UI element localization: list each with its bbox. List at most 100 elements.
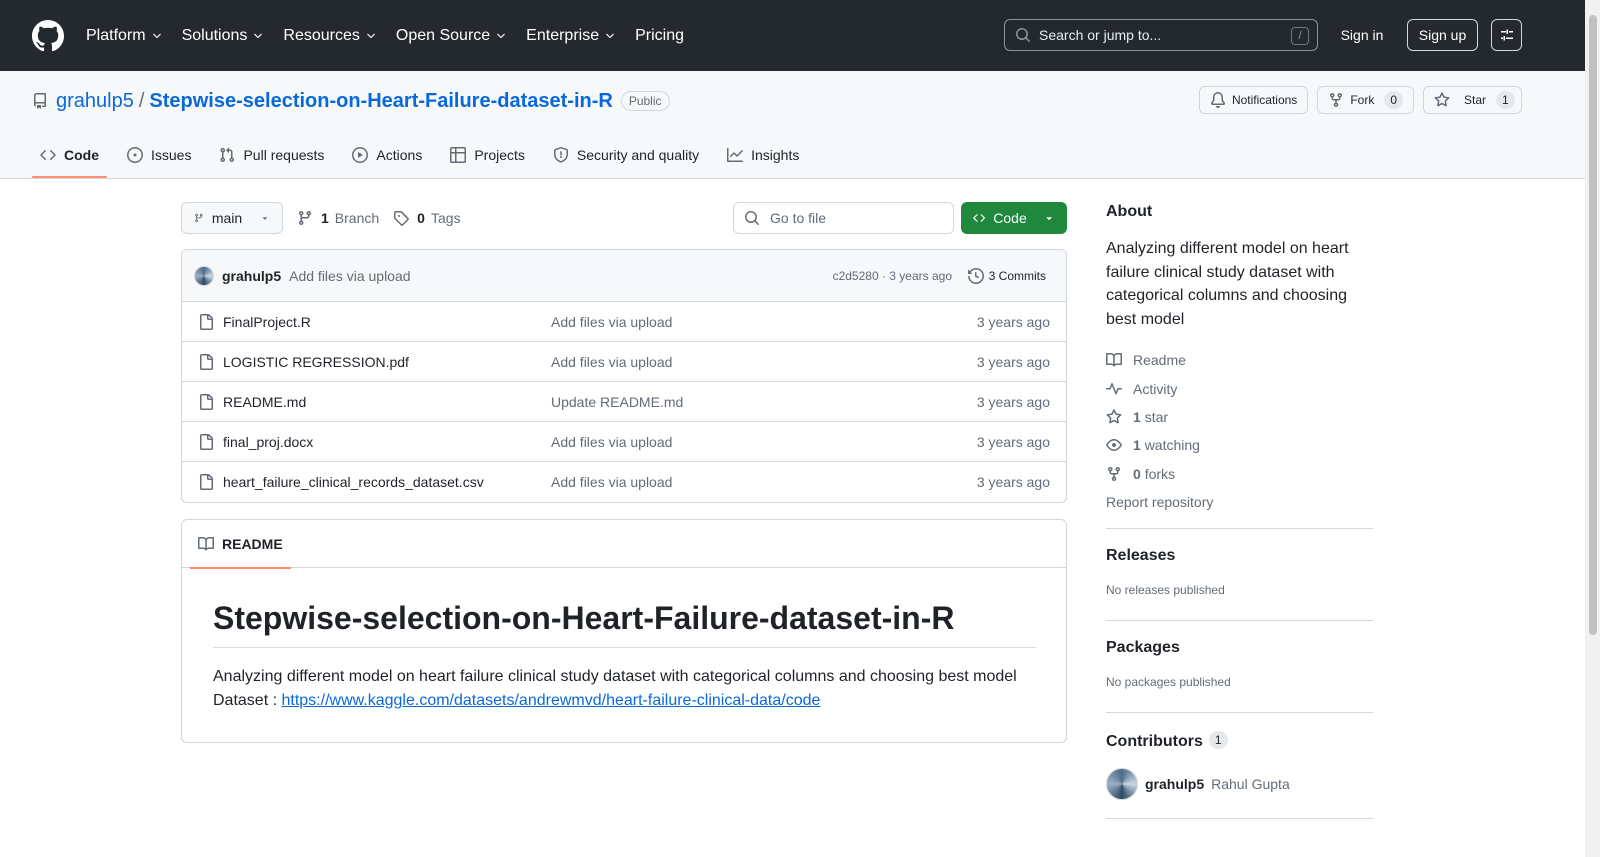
file-icon [200,353,213,370]
about-links: Readme Activity 1 star 1 watching 0 fork… [1106,346,1373,516]
watchers-link[interactable]: 1 watching [1106,431,1373,459]
nav-platform[interactable]: Platform [86,20,163,52]
branches-link[interactable]: 1 Branch [297,210,379,226]
repo-path-separator: / [138,89,145,112]
branch-selector[interactable]: main [181,202,283,234]
page-scrollbar[interactable] [1585,0,1600,857]
repo-owner-link[interactable]: grahulp5 [56,90,134,113]
forks-link[interactable]: 0 forks [1106,460,1373,488]
tab-projects[interactable]: Projects [442,135,533,175]
triangle-down-icon [1046,217,1052,221]
tab-security[interactable]: Security and quality [545,135,707,175]
report-repository-link[interactable]: Report repository [1106,488,1373,516]
branch-count: 1 [321,210,329,226]
tab-actions[interactable]: Actions [344,135,430,175]
sign-in-link[interactable]: Sign in [1327,19,1397,51]
tab-readme[interactable]: README [190,520,291,569]
readme-link[interactable]: Readme [1106,346,1373,374]
avatar[interactable] [1106,767,1138,800]
go-to-file-input[interactable]: Go to file [733,202,954,234]
file-commit-message[interactable]: Update README.md [551,394,683,410]
activity-link[interactable]: Activity [1106,374,1373,402]
bell-icon [1210,92,1225,108]
fork-icon [1108,466,1120,481]
visibility-badge: Public [620,91,670,111]
releases-title[interactable]: Releases [1106,547,1373,565]
eye-icon [1106,439,1122,452]
repo-header: grahulp5 / Stepwise-selection-on-Heart-F… [0,71,1585,179]
shield-icon [553,147,568,163]
file-name-link[interactable]: LOGISTIC REGRESSION.pdf [223,354,409,370]
readme-heading: Stepwise-selection-on-Heart-Failure-data… [213,600,1036,648]
readme-tab-label: README [222,536,283,552]
file-age: 3 years ago [976,313,1050,330]
notifications-button[interactable]: Notifications [1198,86,1309,114]
nav-resources[interactable]: Resources [283,20,376,52]
menu-button[interactable] [1491,19,1522,51]
star-button[interactable]: Star 1 [1423,86,1522,114]
nav-open-source[interactable]: Open Source [396,20,507,52]
chevron-down-icon [254,33,263,38]
contributor-item[interactable]: grahulp5 Rahul Gupta [1106,767,1373,800]
chevron-down-icon [367,33,375,38]
packages-title[interactable]: Packages [1106,639,1373,657]
commit-message-link[interactable]: Add files via upload [289,268,410,284]
file-name-link[interactable]: heart_failure_clinical_records_dataset.c… [223,474,484,490]
nav-enterprise[interactable]: Enterprise [526,20,616,52]
contributor-login[interactable]: grahulp5 [1145,776,1204,792]
commit-hash-age[interactable]: c2d5280 · 3 years ago [833,269,952,283]
tab-pull-requests[interactable]: Pull requests [211,135,332,175]
history-icon [967,267,984,284]
table-row[interactable]: README.md Update README.md 3 years ago [182,382,1066,422]
tab-code[interactable]: Code [32,135,107,178]
contributors-section: Contributors 1 grahulp5 Rahul Gupta [1106,711,1373,819]
nav-solutions[interactable]: Solutions [182,20,265,52]
fork-icon [1330,93,1343,108]
global-search-input[interactable]: Search or jump to... / [1004,19,1318,51]
go-to-file-placeholder: Go to file [770,210,827,226]
avatar[interactable] [194,265,214,286]
commit-author-link[interactable]: grahulp5 [222,268,281,284]
table-row[interactable]: heart_failure_clinical_records_dataset.c… [182,462,1066,502]
stars-link[interactable]: 1 star [1106,403,1373,431]
file-commit-message[interactable]: Add files via upload [551,314,672,330]
dataset-prefix: Dataset : [213,692,282,709]
file-age: 3 years ago [976,393,1050,410]
repo-icon [34,93,46,109]
dataset-link[interactable]: https://www.kaggle.com/datasets/andrewmv… [281,692,820,709]
commits-count-label: 3 Commits [988,268,1046,283]
star-label: Star [1464,93,1487,107]
repo-tabs: Code Issues Pull requests Actions Projec… [32,135,819,179]
github-logo-icon[interactable] [32,19,64,52]
readme-dataset-line: Dataset : https://www.kaggle.com/dataset… [213,689,1017,713]
sign-up-button[interactable]: Sign up [1407,19,1478,51]
nav-pricing[interactable]: Pricing [635,20,684,52]
repo-name-link[interactable]: Stepwise-selection-on-Heart-Failure-data… [149,90,612,113]
file-name-link[interactable]: final_proj.docx [223,434,313,450]
tag-count: 0 [417,210,425,226]
fork-button[interactable]: Fork 0 [1317,86,1414,114]
scrollbar-thumb[interactable] [1589,15,1597,635]
table-row[interactable]: final_proj.docx Add files via upload 3 y… [182,422,1066,462]
tab-issues[interactable]: Issues [119,135,199,175]
file-name-link[interactable]: README.md [223,394,306,410]
file-list: grahulp5 Add files via upload c2d5280 · … [181,249,1067,503]
tags-link[interactable]: 0 Tags [393,210,461,226]
contributors-title[interactable]: Contributors 1 [1106,730,1373,751]
file-commit-message[interactable]: Add files via upload [551,474,672,490]
table-row[interactable]: LOGISTIC REGRESSION.pdf Add files via up… [182,342,1066,382]
readme-tabbar: README [182,520,1066,569]
file-commit-message[interactable]: Add files via upload [551,434,672,450]
tab-insights[interactable]: Insights [719,135,807,175]
global-nav: Platform Solutions Resources Open Source… [86,20,703,52]
about-title: About [1106,203,1153,220]
tag-icon [394,211,409,226]
code-dropdown-button[interactable]: Code [961,202,1067,234]
commits-history-link[interactable]: 3 Commits [967,267,1046,284]
file-commit-message[interactable]: Add files via upload [551,354,672,370]
notifications-label: Notifications [1231,93,1298,107]
readme-description: Analyzing different model on heart failu… [213,668,1017,685]
file-name-link[interactable]: FinalProject.R [223,314,311,330]
search-icon [1016,28,1030,42]
table-row[interactable]: FinalProject.R Add files via upload 3 ye… [182,302,1066,342]
